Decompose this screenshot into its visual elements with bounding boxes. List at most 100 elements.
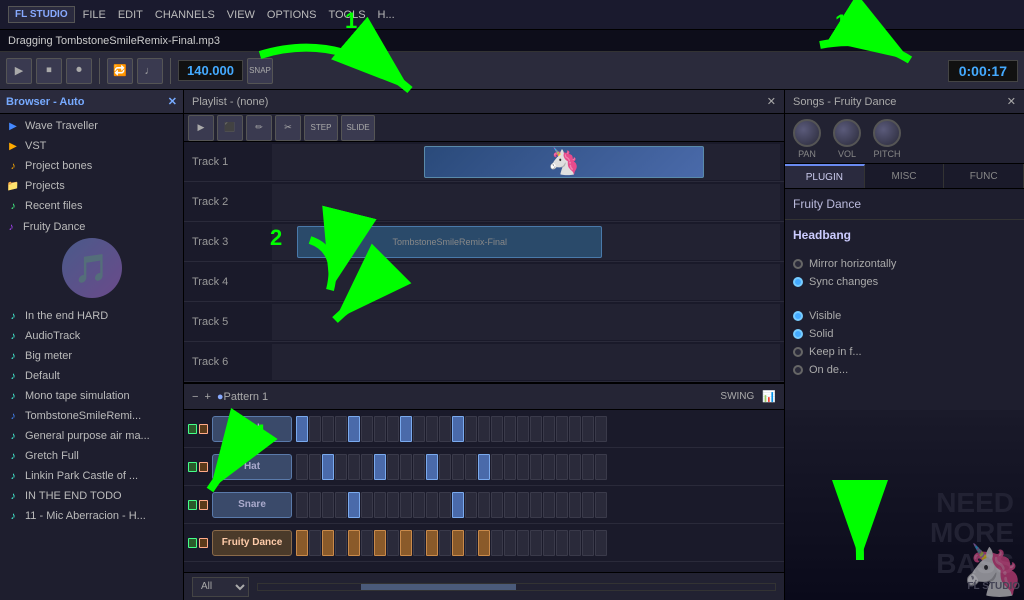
keep-check[interactable] <box>793 347 803 357</box>
step[interactable] <box>504 454 516 480</box>
step[interactable] <box>504 492 516 518</box>
step[interactable] <box>387 416 399 442</box>
pt-mute-btn[interactable] <box>199 424 208 434</box>
pt-name-kick[interactable]: Kick <box>212 416 292 442</box>
pt-name-snare[interactable]: Snare <box>212 492 292 518</box>
step[interactable] <box>426 454 438 480</box>
menu-options[interactable]: OPTIONS <box>267 9 317 21</box>
browser-item-mono-tape[interactable]: ♪ Mono tape simulation <box>0 386 183 406</box>
pt-active-btn[interactable] <box>188 462 197 472</box>
browser-item-project-bones[interactable]: ♪ Project bones <box>0 156 183 176</box>
step[interactable] <box>582 454 594 480</box>
step[interactable] <box>569 416 581 442</box>
step[interactable] <box>361 492 373 518</box>
step[interactable] <box>452 416 464 442</box>
track-block-tombstone[interactable]: TombstoneSmileRemix-Final <box>297 226 602 258</box>
step[interactable] <box>556 416 568 442</box>
pt-name-hat[interactable]: Hat <box>212 454 292 480</box>
tab-func[interactable]: FUNC <box>944 164 1024 188</box>
step[interactable] <box>400 416 412 442</box>
pattern-minus[interactable]: − <box>192 391 198 403</box>
track-content-6[interactable] <box>272 344 780 380</box>
track-content-5[interactable] <box>272 304 780 340</box>
browser-item-in-the-end-todo[interactable]: ♪ IN THE END TODO <box>0 486 183 506</box>
step[interactable] <box>361 454 373 480</box>
step[interactable] <box>426 530 438 556</box>
step[interactable] <box>530 492 542 518</box>
step[interactable] <box>322 416 334 442</box>
step[interactable] <box>478 454 490 480</box>
mirror-radio[interactable] <box>793 259 803 269</box>
browser-item-vst[interactable]: ▶ VST <box>0 136 183 156</box>
play-button[interactable]: ▶ <box>6 58 32 84</box>
menu-file[interactable]: FILE <box>83 9 106 21</box>
step[interactable] <box>517 492 529 518</box>
step[interactable] <box>543 454 555 480</box>
step[interactable] <box>335 492 347 518</box>
step[interactable] <box>413 492 425 518</box>
step[interactable] <box>491 454 503 480</box>
browser-item-default[interactable]: ♪ Default <box>0 366 183 386</box>
pt-mute-btn[interactable] <box>199 462 208 472</box>
loop-button[interactable]: 🔁 <box>107 58 133 84</box>
step[interactable] <box>400 530 412 556</box>
sync-radio[interactable] <box>793 277 803 287</box>
step[interactable] <box>348 530 360 556</box>
step[interactable] <box>335 454 347 480</box>
step[interactable] <box>543 492 555 518</box>
step[interactable] <box>374 492 386 518</box>
step[interactable] <box>439 454 451 480</box>
pl-tool-slide[interactable]: SLIDE <box>341 115 375 141</box>
step[interactable] <box>296 530 308 556</box>
step[interactable] <box>569 454 581 480</box>
pt-mute-btn[interactable] <box>199 500 208 510</box>
step[interactable] <box>543 416 555 442</box>
tempo-display[interactable]: 140.000 <box>178 60 243 81</box>
browser-item-linkin-park[interactable]: ♪ Linkin Park Castle of ... <box>0 466 183 486</box>
step[interactable] <box>595 454 607 480</box>
step[interactable] <box>309 454 321 480</box>
step[interactable] <box>595 492 607 518</box>
step[interactable] <box>478 416 490 442</box>
tab-plugin[interactable]: PLUGIN <box>785 164 865 188</box>
pl-tool-step[interactable]: STEP <box>304 115 338 141</box>
step[interactable] <box>348 492 360 518</box>
step[interactable] <box>556 492 568 518</box>
step[interactable] <box>595 416 607 442</box>
step[interactable] <box>439 530 451 556</box>
pattern-scroll[interactable] <box>257 583 776 591</box>
pan-knob[interactable] <box>793 119 821 147</box>
step[interactable] <box>309 416 321 442</box>
step[interactable] <box>374 416 386 442</box>
step[interactable] <box>465 454 477 480</box>
step[interactable] <box>504 530 516 556</box>
menu-view[interactable]: VIEW <box>227 9 255 21</box>
playlist-close[interactable]: ✕ <box>767 95 776 108</box>
browser-item-in-the-end[interactable]: ♪ In the end HARD <box>0 306 183 326</box>
pattern-filter-select[interactable]: All Kick Hat Snare <box>192 577 249 597</box>
step[interactable] <box>465 416 477 442</box>
step[interactable] <box>348 416 360 442</box>
step[interactable] <box>465 530 477 556</box>
pt-mute-btn[interactable] <box>199 538 208 548</box>
step[interactable] <box>400 454 412 480</box>
step[interactable] <box>582 492 594 518</box>
step[interactable] <box>309 530 321 556</box>
record-button[interactable]: ⏺ <box>66 58 92 84</box>
pitch-knob[interactable] <box>873 119 901 147</box>
step[interactable] <box>478 530 490 556</box>
solid-check[interactable] <box>793 329 803 339</box>
pt-active-btn[interactable] <box>188 500 197 510</box>
step[interactable] <box>478 492 490 518</box>
browser-item-recent[interactable]: ♪ Recent files <box>0 196 183 216</box>
pl-tool-4[interactable]: ✂ <box>275 115 301 141</box>
step[interactable] <box>504 416 516 442</box>
pattern-graph-btn[interactable]: 📊 <box>762 390 776 403</box>
track-content-4[interactable] <box>272 264 780 300</box>
right-panel-close[interactable]: ✕ <box>1007 95 1016 108</box>
browser-close[interactable]: ✕ <box>168 95 177 108</box>
browser-item-fruity-dance[interactable]: ♪ Fruity Dance 🎵 <box>0 216 183 306</box>
step[interactable] <box>361 416 373 442</box>
step[interactable] <box>452 530 464 556</box>
step[interactable] <box>387 454 399 480</box>
